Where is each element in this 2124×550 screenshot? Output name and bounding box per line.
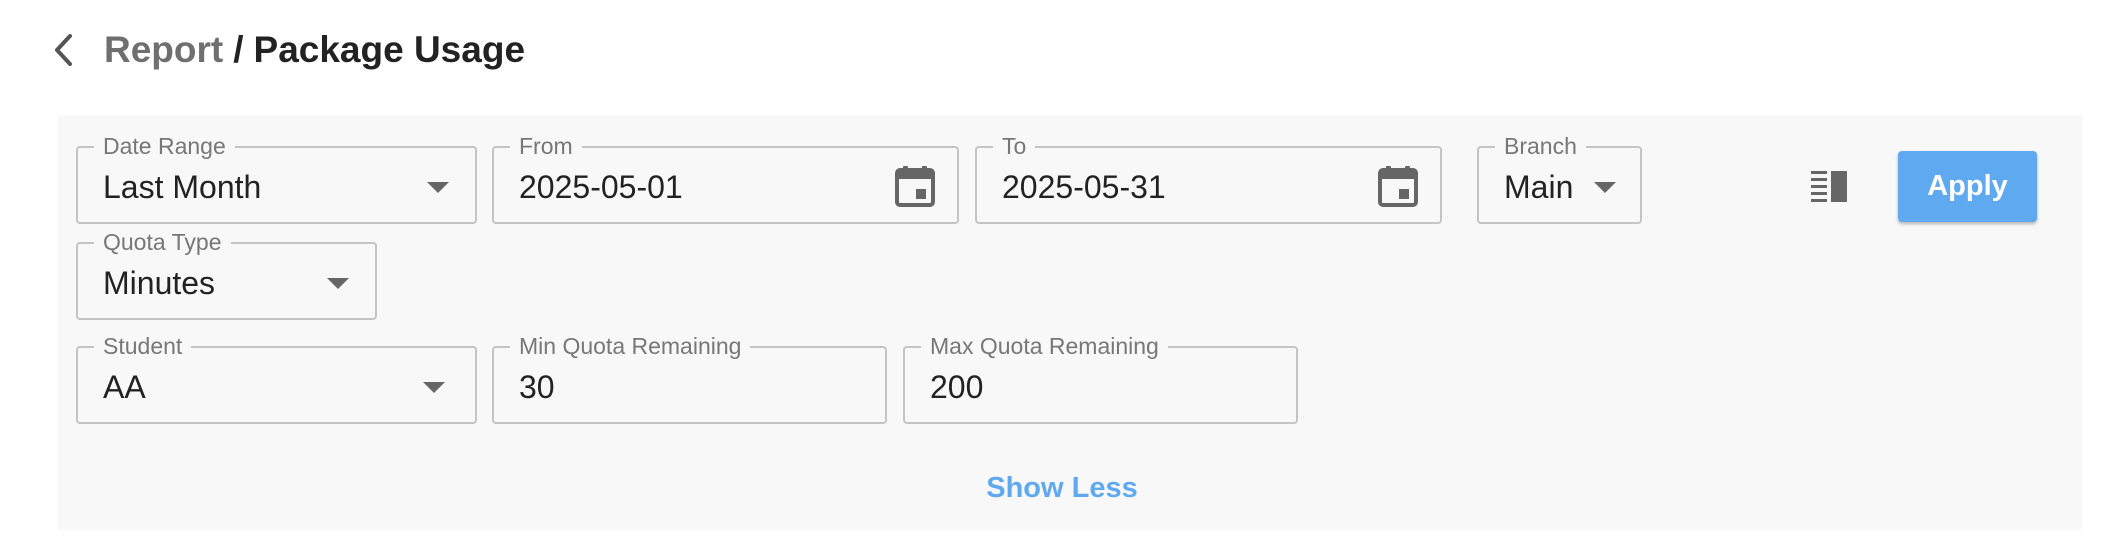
apply-button[interactable]: Apply [1898,151,2037,222]
from-date-value: 2025-05-01 [519,169,683,205]
show-less-link[interactable]: Show Less [0,472,2124,505]
from-date-field[interactable]: From 2025-05-01 [492,133,959,224]
column-layout-icon[interactable] [1809,168,1849,204]
max-quota-remaining-field[interactable]: Max Quota Remaining 200 [903,333,1298,424]
filter-panel: Date Range Last Month From 2025-05-01 To… [58,115,2082,530]
to-date-field[interactable]: To 2025-05-31 [975,133,1442,224]
branch-value: Main [1504,169,1574,205]
chevron-down-icon [1594,182,1616,193]
quota-type-value: Minutes [103,265,216,301]
chevron-down-icon [423,382,445,393]
from-date-label: From [510,133,582,159]
back-button[interactable] [52,22,88,78]
page-header: Report / Package Usage [52,22,525,78]
date-range-label: Date Range [94,133,235,159]
chevron-down-icon [327,278,349,289]
chevron-down-icon [427,182,449,193]
branch-select[interactable]: Branch Main [1477,133,1642,224]
max-quota-remaining-value: 200 [930,369,984,405]
to-date-label: To [993,133,1036,159]
date-range-value: Last Month [103,169,262,205]
min-quota-remaining-field[interactable]: Min Quota Remaining 30 [492,333,887,424]
student-value: AA [103,369,146,405]
branch-label: Branch [1495,133,1586,159]
quota-type-select[interactable]: Quota Type Minutes [76,229,377,320]
breadcrumb-report-link[interactable]: Report [104,29,223,70]
min-quota-remaining-value: 30 [519,369,555,405]
quota-type-label: Quota Type [94,229,231,255]
to-date-value: 2025-05-31 [1002,169,1166,205]
max-quota-remaining-label: Max Quota Remaining [921,333,1168,359]
breadcrumb-separator: / [233,29,244,70]
page-title: Report / Package Usage [104,29,525,71]
calendar-icon[interactable] [895,165,935,207]
calendar-icon[interactable] [1378,165,1418,207]
breadcrumb-current: Package Usage [253,29,526,70]
student-label: Student [94,333,192,359]
date-range-select[interactable]: Date Range Last Month [76,133,477,224]
student-select[interactable]: Student AA [76,333,477,424]
min-quota-remaining-label: Min Quota Remaining [510,333,751,359]
chevron-left-icon [55,34,72,66]
